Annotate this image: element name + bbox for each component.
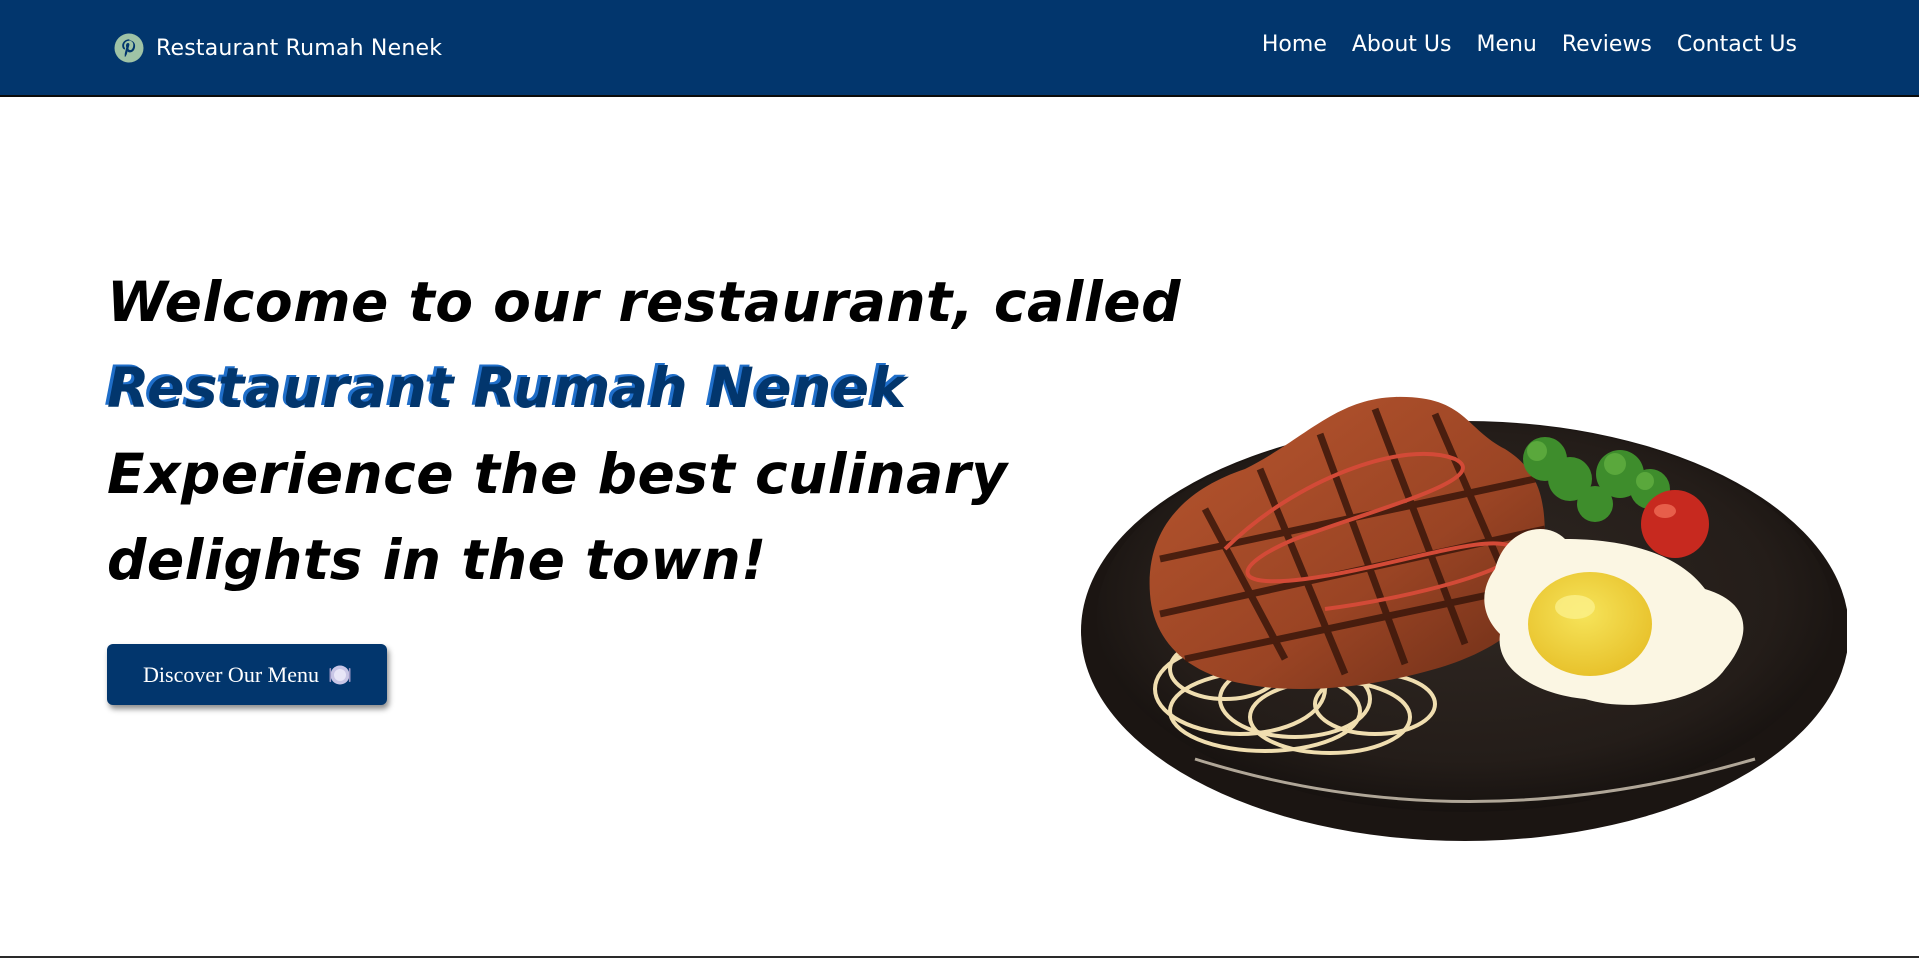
nav-link-contact-us[interactable]: Contact Us [1677,32,1797,57]
hero-headline: Welcome to our restaurant, called Restau… [107,259,1181,603]
discover-menu-button[interactable]: Discover Our Menu [107,644,387,705]
hero-restaurant-name: Restaurant Rumah Nenek [107,356,907,420]
top-navbar: Restaurant Rumah Nenek Home About Us Men… [0,0,1919,97]
main-nav: Home About Us Menu Reviews Contact Us [1262,26,1797,62]
nav-link-reviews[interactable]: Reviews [1562,32,1652,57]
steak-plate-illustration [1081,396,1847,841]
nav-link-home[interactable]: Home [1262,32,1327,57]
pinterest-logo-icon [114,33,144,63]
brand-name: Restaurant Rumah Nenek [156,35,443,61]
hero-line-experience: Experience the best culinary [107,442,1008,506]
hero-line-welcome: Welcome to our restaurant, called [107,270,1181,334]
discover-menu-label: Discover Our Menu [143,661,319,687]
nav-link-menu[interactable]: Menu [1476,32,1536,57]
hero-line-delights: delights in the town! [107,528,767,592]
hero-section: Welcome to our restaurant, called Restau… [0,99,1919,956]
brand-link[interactable]: Restaurant Rumah Nenek [114,28,442,68]
nav-link-about-us[interactable]: About Us [1352,32,1452,57]
plate-icon [329,665,351,684]
